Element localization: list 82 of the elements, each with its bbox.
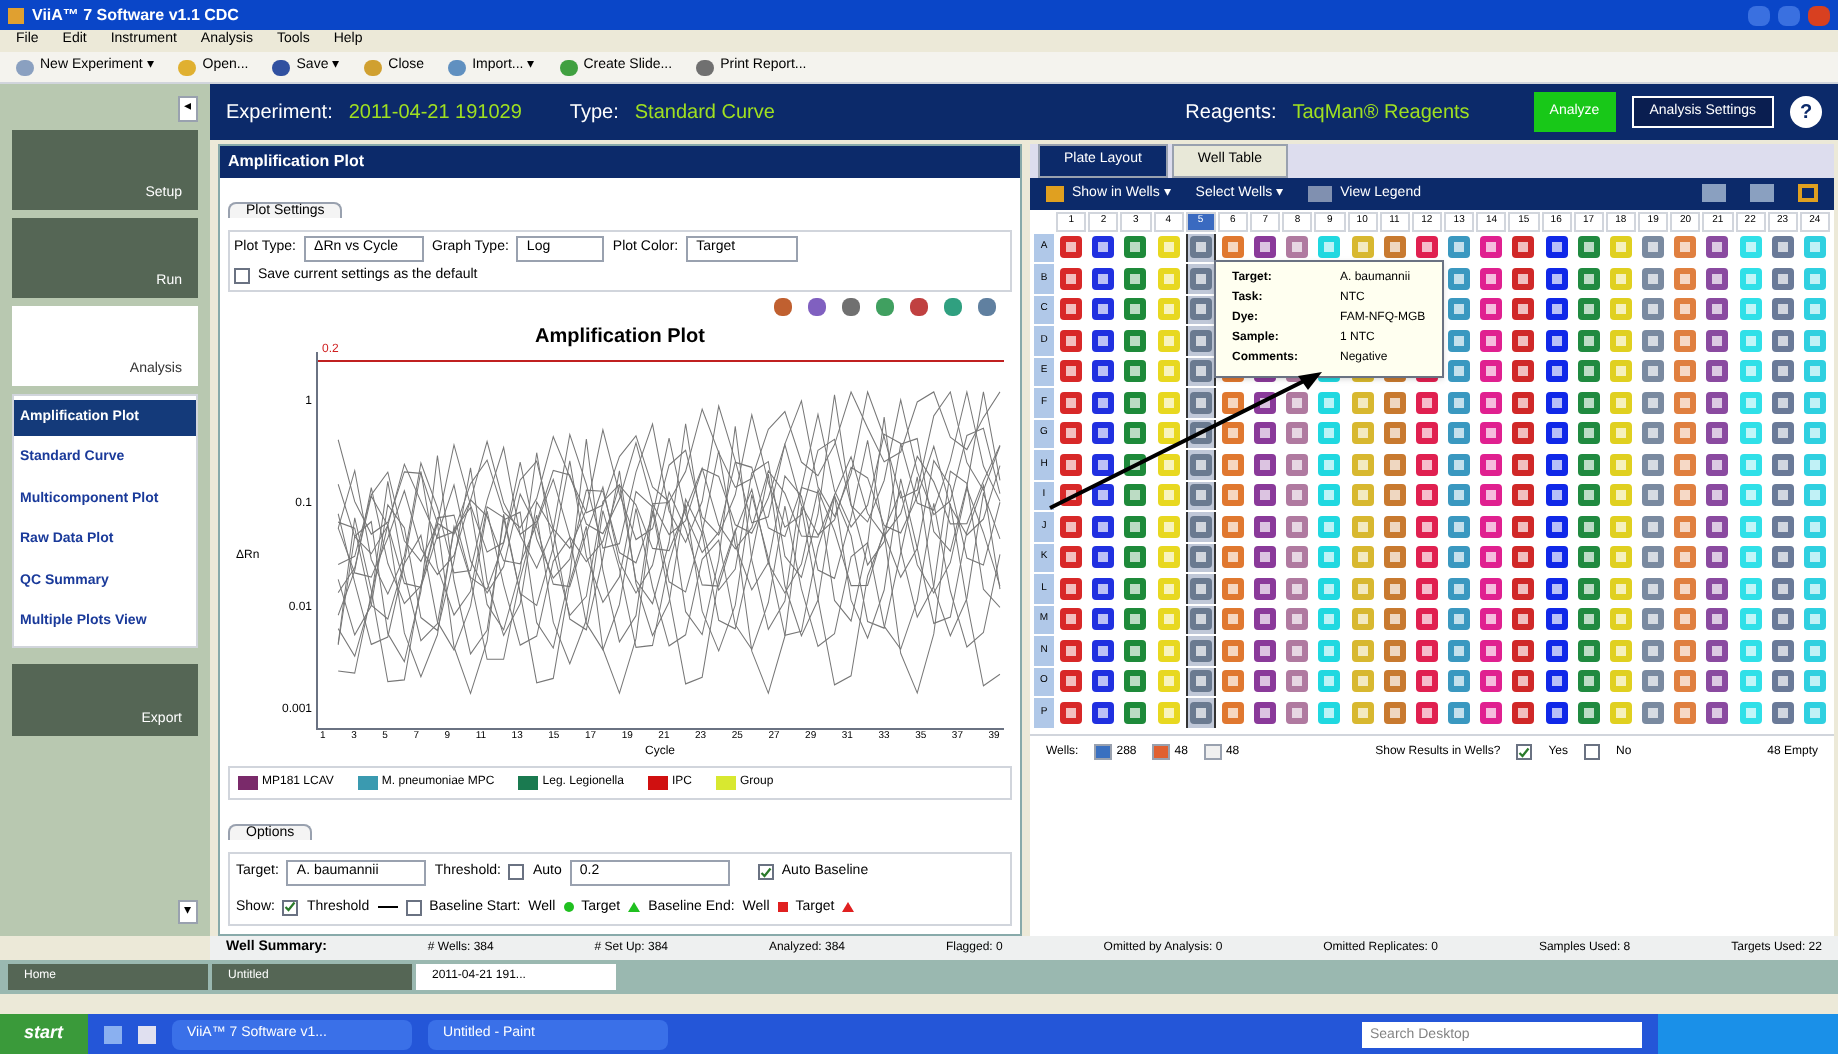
- well[interactable]: [1545, 391, 1568, 414]
- checkbox[interactable]: [508, 864, 525, 881]
- well[interactable]: [1254, 577, 1277, 600]
- well[interactable]: [1545, 329, 1568, 352]
- toolbar-icon: [559, 59, 578, 75]
- well[interactable]: [1092, 360, 1115, 383]
- legend-icon: [1308, 185, 1333, 202]
- checkbox[interactable]: [757, 864, 774, 881]
- wells-icon: [1046, 185, 1064, 202]
- toolbar-icon: [272, 59, 291, 75]
- reagents-label: Reagents:: [1185, 99, 1277, 127]
- well[interactable]: [1254, 670, 1277, 693]
- toolbar-icon: [178, 59, 197, 75]
- well[interactable]: [1092, 391, 1115, 414]
- start-button[interactable]: start: [0, 1014, 88, 1054]
- threshold-line-icon: [377, 906, 398, 909]
- triangle-icon: [842, 902, 855, 913]
- well[interactable]: [1254, 639, 1277, 662]
- well[interactable]: [1092, 267, 1115, 290]
- triangle-icon: [628, 902, 641, 913]
- well[interactable]: [1545, 267, 1568, 290]
- well[interactable]: [1157, 453, 1180, 476]
- well[interactable]: [1092, 329, 1115, 352]
- well[interactable]: [1545, 608, 1568, 631]
- well[interactable]: [1545, 639, 1568, 662]
- well[interactable]: [1254, 422, 1277, 445]
- chart-title: Amplification Plot: [535, 324, 705, 352]
- well[interactable]: [1254, 546, 1277, 569]
- well[interactable]: [1545, 515, 1568, 538]
- window-title: ViiA™ 7 Software v1.1 CDC: [32, 3, 241, 27]
- square-icon: [777, 902, 788, 913]
- well[interactable]: [1545, 577, 1568, 600]
- well[interactable]: [1545, 298, 1568, 321]
- well[interactable]: [1092, 236, 1115, 259]
- well[interactable]: [1545, 484, 1568, 507]
- well[interactable]: [1221, 391, 1244, 414]
- well[interactable]: [1092, 701, 1115, 724]
- type-label: Type:: [569, 99, 619, 127]
- experiment-label: Experiment:: [226, 99, 333, 127]
- well[interactable]: [1092, 298, 1115, 321]
- toolbar-icon: [364, 59, 383, 75]
- well[interactable]: [1254, 484, 1277, 507]
- well[interactable]: [1545, 360, 1568, 383]
- well[interactable]: [1545, 546, 1568, 569]
- checkbox[interactable]: [282, 899, 299, 916]
- well[interactable]: [1157, 422, 1180, 445]
- well[interactable]: [1254, 608, 1277, 631]
- toolbar-icon: [696, 59, 715, 75]
- well[interactable]: [1545, 422, 1568, 445]
- close-button[interactable]: [1808, 5, 1830, 25]
- well[interactable]: [1254, 453, 1277, 476]
- panel-title: Amplification Plot: [220, 146, 1020, 178]
- well[interactable]: [1254, 236, 1277, 259]
- well[interactable]: [1092, 453, 1115, 476]
- layout-icon[interactable]: [1702, 184, 1726, 203]
- well[interactable]: [1092, 639, 1115, 662]
- checkbox[interactable]: [234, 267, 250, 284]
- app-icon: [8, 7, 24, 23]
- checkbox[interactable]: [1584, 744, 1600, 760]
- type-value: Standard Curve: [634, 99, 775, 127]
- well[interactable]: [1545, 701, 1568, 724]
- well[interactable]: [1092, 577, 1115, 600]
- well[interactable]: [1545, 236, 1568, 259]
- grid-icon[interactable]: [1750, 184, 1774, 203]
- experiment-name: 2011-04-21 191029: [348, 99, 522, 127]
- well[interactable]: [1092, 422, 1115, 445]
- well[interactable]: [1092, 670, 1115, 693]
- toolbar-icon: [448, 59, 467, 75]
- well[interactable]: [1545, 453, 1568, 476]
- well[interactable]: [1092, 484, 1115, 507]
- well[interactable]: [1254, 701, 1277, 724]
- checkbox[interactable]: [405, 899, 422, 916]
- help-button[interactable]: ?: [1790, 96, 1822, 128]
- reagents-value: TaqMan® Reagents: [1292, 99, 1470, 127]
- well[interactable]: [1092, 515, 1115, 538]
- checkbox[interactable]: [1516, 744, 1533, 760]
- well[interactable]: [1254, 515, 1277, 538]
- well[interactable]: [1092, 608, 1115, 631]
- well[interactable]: [1092, 546, 1115, 569]
- well[interactable]: [1545, 670, 1568, 693]
- toolbar-icon: [16, 59, 34, 75]
- expand-icon[interactable]: [1798, 184, 1818, 203]
